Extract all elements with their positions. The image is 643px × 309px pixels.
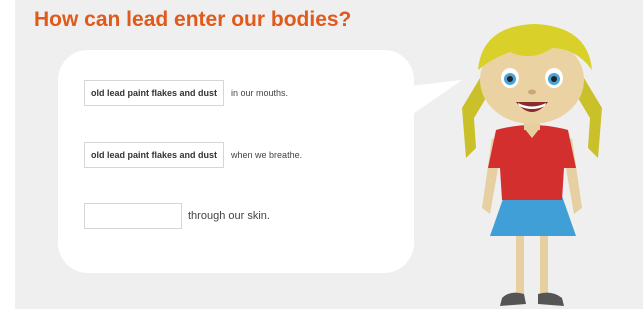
sentence-suffix-1: in our mouths. <box>231 88 289 98</box>
answer-drop-zone-2[interactable]: old lead paint flakes and dust <box>84 142 225 168</box>
sentence-suffix-3: through our skin. <box>188 210 270 222</box>
sentence-row-2: old lead paint flakes and dust when we b… <box>84 142 302 168</box>
answer-drop-zone-1[interactable]: old lead paint flakes and dust <box>84 80 225 106</box>
answer-drop-zone-3[interactable] <box>84 203 182 229</box>
sentence-suffix-2: when we breathe. <box>231 150 303 160</box>
page-title: How can lead enter our bodies? <box>34 8 352 31</box>
sentence-row-1: old lead paint flakes and dust in our mo… <box>84 80 288 106</box>
girl-character-illustration <box>462 24 602 306</box>
sentence-row-3: through our skin. <box>84 203 270 229</box>
